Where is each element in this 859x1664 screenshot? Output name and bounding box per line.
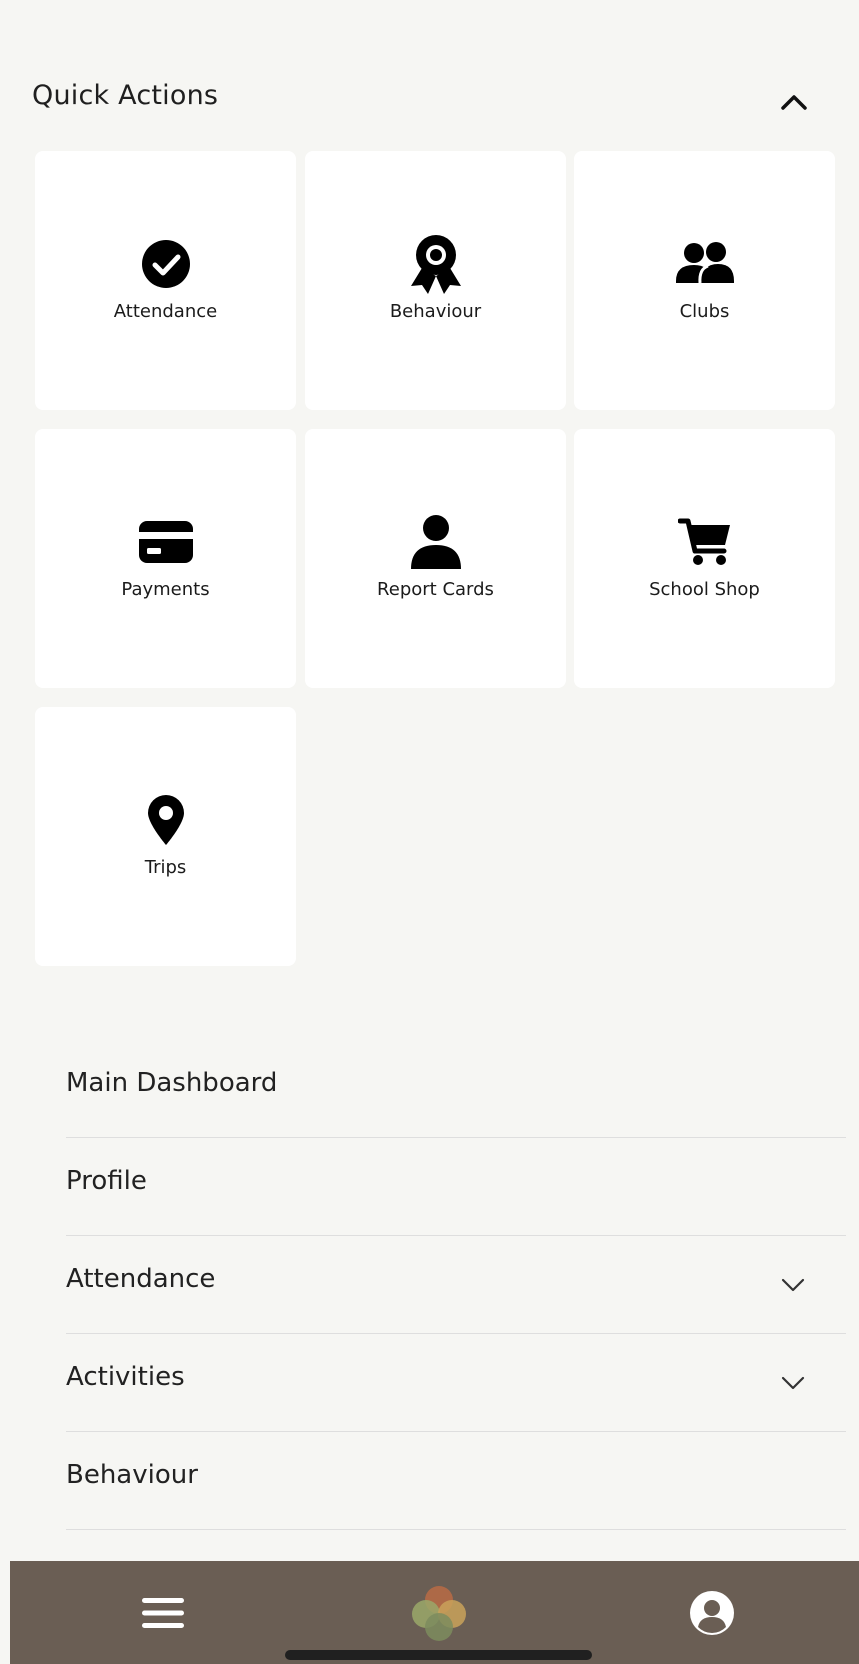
check-circle-icon bbox=[141, 240, 190, 288]
menu-button[interactable] bbox=[133, 1583, 193, 1643]
clover-logo-icon bbox=[412, 1586, 466, 1641]
quick-action-behaviour[interactable]: Behaviour bbox=[305, 151, 566, 410]
user-icon bbox=[410, 515, 461, 569]
home-indicator bbox=[285, 1650, 592, 1660]
quick-action-report-cards[interactable]: Report Cards bbox=[305, 429, 566, 688]
menu-item-label: Activities bbox=[66, 1362, 185, 1392]
account-button[interactable] bbox=[682, 1583, 742, 1643]
menu-icon bbox=[142, 1598, 184, 1628]
menu-item-attendance[interactable]: Attendance bbox=[66, 1236, 846, 1334]
quick-action-label: Behaviour bbox=[389, 301, 482, 322]
bottom-tab-bar bbox=[10, 1561, 859, 1664]
menu-item-label: Behaviour bbox=[66, 1460, 198, 1490]
menu-item-label: Attendance bbox=[66, 1264, 216, 1294]
quick-action-attendance[interactable]: Attendance bbox=[35, 151, 296, 410]
quick-action-school-shop[interactable]: School Shop bbox=[574, 429, 835, 688]
quick-actions-title: Quick Actions bbox=[32, 80, 219, 111]
quick-action-payments[interactable]: Payments bbox=[35, 429, 296, 688]
menu-item-label: Profile bbox=[66, 1166, 147, 1196]
award-ribbon-icon bbox=[410, 235, 461, 294]
quick-action-label: Report Cards bbox=[377, 579, 494, 600]
quick-action-label: School Shop bbox=[649, 579, 760, 600]
collapse-quick-actions-button[interactable] bbox=[772, 80, 816, 124]
credit-card-icon bbox=[138, 521, 193, 563]
quick-action-label: Attendance bbox=[113, 301, 218, 322]
quick-action-label: Payments bbox=[121, 579, 210, 600]
navigation-menu: Main Dashboard Profile Attendance Activi… bbox=[66, 1040, 846, 1530]
home-logo-button[interactable] bbox=[409, 1583, 469, 1643]
quick-action-clubs[interactable]: Clubs bbox=[574, 151, 835, 410]
chevron-down-icon bbox=[778, 1368, 808, 1398]
map-pin-icon bbox=[147, 795, 184, 845]
quick-actions-header: Quick Actions bbox=[0, 62, 859, 142]
menu-item-behaviour[interactable]: Behaviour bbox=[66, 1432, 846, 1530]
account-icon bbox=[690, 1591, 734, 1635]
chevron-down-icon bbox=[778, 1270, 808, 1300]
shopping-cart-icon bbox=[677, 518, 730, 565]
menu-item-main-dashboard[interactable]: Main Dashboard bbox=[66, 1040, 846, 1138]
quick-action-label: Trips bbox=[144, 857, 187, 878]
menu-item-label: Main Dashboard bbox=[66, 1068, 278, 1098]
chevron-up-icon bbox=[781, 95, 807, 110]
menu-item-profile[interactable]: Profile bbox=[66, 1138, 846, 1236]
menu-item-activities[interactable]: Activities bbox=[66, 1334, 846, 1432]
quick-action-trips[interactable]: Trips bbox=[35, 707, 296, 966]
quick-action-label: Clubs bbox=[679, 301, 730, 322]
users-group-icon bbox=[675, 242, 734, 284]
